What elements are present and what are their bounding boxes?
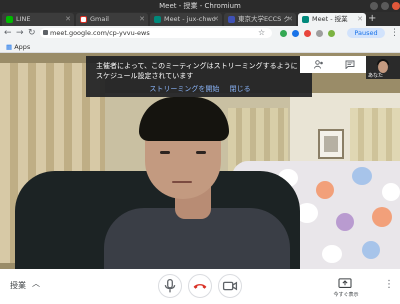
- bookmarks-bar: ▦ Apps: [0, 40, 400, 53]
- hangup-button[interactable]: [188, 274, 212, 298]
- apps-label: Apps: [14, 43, 31, 51]
- bookmark-star-icon[interactable]: ☆: [258, 27, 265, 39]
- close-tab-icon[interactable]: ✕: [357, 13, 363, 26]
- tab-label: Gmail: [90, 15, 109, 23]
- reload-icon[interactable]: ↻: [28, 27, 36, 39]
- participant-eye: [196, 151, 206, 154]
- line-icon: [6, 16, 13, 23]
- camera-button[interactable]: [218, 274, 242, 298]
- new-tab-button[interactable]: +: [368, 12, 376, 26]
- tab-meet-active[interactable]: Meet - 授業 ✕: [298, 13, 366, 26]
- chevron-up-icon[interactable]: ︿: [32, 278, 40, 289]
- streaming-notice: 主催者によって、このミーティングはストリーミングするようにスケジュール設定されて…: [86, 56, 312, 97]
- picture-frame: [318, 129, 344, 159]
- extension-icon[interactable]: [280, 30, 287, 37]
- streaming-notice-message: 主催者によって、このミーティングはストリーミングするようにスケジュール設定されて…: [96, 62, 298, 80]
- back-icon[interactable]: ←: [4, 27, 12, 39]
- present-now-label: 今すぐ表示: [333, 292, 359, 298]
- meet-icon: [154, 16, 161, 23]
- url-text: meet.google.com/cp-yvvu-ews: [50, 29, 150, 37]
- chat-icon[interactable]: [345, 60, 355, 69]
- lock-icon: [43, 30, 48, 35]
- mic-button[interactable]: [158, 274, 182, 298]
- tab-label: LINE: [16, 15, 31, 23]
- tab-strip: LINE ✕ Gmail ✕ Meet - jux-chwo ✕ 東京大学ECC…: [0, 12, 400, 26]
- tab-label: Meet - jux-chwo: [164, 15, 216, 23]
- tab-label: Meet - 授業: [312, 15, 348, 23]
- close-tab-icon[interactable]: ✕: [139, 13, 145, 26]
- forward-icon[interactable]: →: [16, 27, 24, 39]
- meeting-bottom-bar: 授業 ︿ 今すぐ表示 ⋮: [0, 269, 400, 304]
- extension-icon[interactable]: [328, 30, 335, 37]
- hangup-icon: [193, 284, 207, 289]
- more-vert-icon[interactable]: ⋮: [384, 279, 394, 290]
- tab-eccs[interactable]: 東京大学ECCS ク ✕: [224, 13, 296, 26]
- meeting-top-controls: [300, 56, 366, 73]
- close-window-button[interactable]: [392, 2, 400, 10]
- extension-icon[interactable]: [316, 30, 323, 37]
- tab-label: 東京大学ECCS ク: [238, 15, 290, 23]
- self-view-label: あなた: [368, 73, 384, 79]
- profile-paused-button[interactable]: Paused: [347, 28, 385, 38]
- people-icon[interactable]: [314, 60, 324, 69]
- close-tab-icon[interactable]: ✕: [287, 13, 293, 26]
- gmail-icon: [80, 16, 87, 23]
- minimize-button[interactable]: [370, 2, 378, 10]
- tab-line[interactable]: LINE ✕: [2, 13, 74, 26]
- participant-eye: [160, 151, 170, 154]
- browser-menu-icon[interactable]: ⋮: [390, 27, 399, 39]
- meet-icon: [302, 16, 309, 23]
- paused-label: Paused: [354, 29, 378, 37]
- tab-meet-1[interactable]: Meet - jux-chwo ✕: [150, 13, 222, 26]
- eccs-icon: [228, 16, 235, 23]
- tab-gmail[interactable]: Gmail ✕: [76, 13, 148, 26]
- meeting-details-label[interactable]: 授業: [10, 280, 26, 291]
- address-bar[interactable]: meet.google.com/cp-yvvu-ews: [40, 28, 272, 38]
- participant-hair: [139, 97, 229, 141]
- extension-icon[interactable]: [292, 30, 299, 37]
- mic-icon: [164, 278, 176, 293]
- self-view-thumbnail[interactable]: あなた: [366, 56, 400, 79]
- apps-shortcut[interactable]: ▦ Apps: [6, 41, 30, 53]
- window-titlebar: Meet - 授業 - Chromium: [0, 0, 400, 12]
- maximize-button[interactable]: [381, 2, 389, 10]
- close-notice-button[interactable]: 閉じる: [230, 84, 251, 94]
- apps-grid-icon: ▦: [6, 43, 13, 51]
- extension-icon[interactable]: [304, 30, 311, 37]
- close-tab-icon[interactable]: ✕: [65, 13, 71, 26]
- window-title: Meet - 授業 - Chromium: [159, 2, 241, 10]
- start-streaming-button[interactable]: ストリーミングを開始: [149, 84, 219, 94]
- present-icon: [338, 278, 352, 288]
- participant-mouth: [172, 181, 192, 183]
- camera-icon: [222, 281, 238, 291]
- browser-toolbar: ← → ↻ meet.google.com/cp-yvvu-ews ☆ Paus…: [0, 26, 400, 40]
- close-tab-icon[interactable]: ✕: [213, 13, 219, 26]
